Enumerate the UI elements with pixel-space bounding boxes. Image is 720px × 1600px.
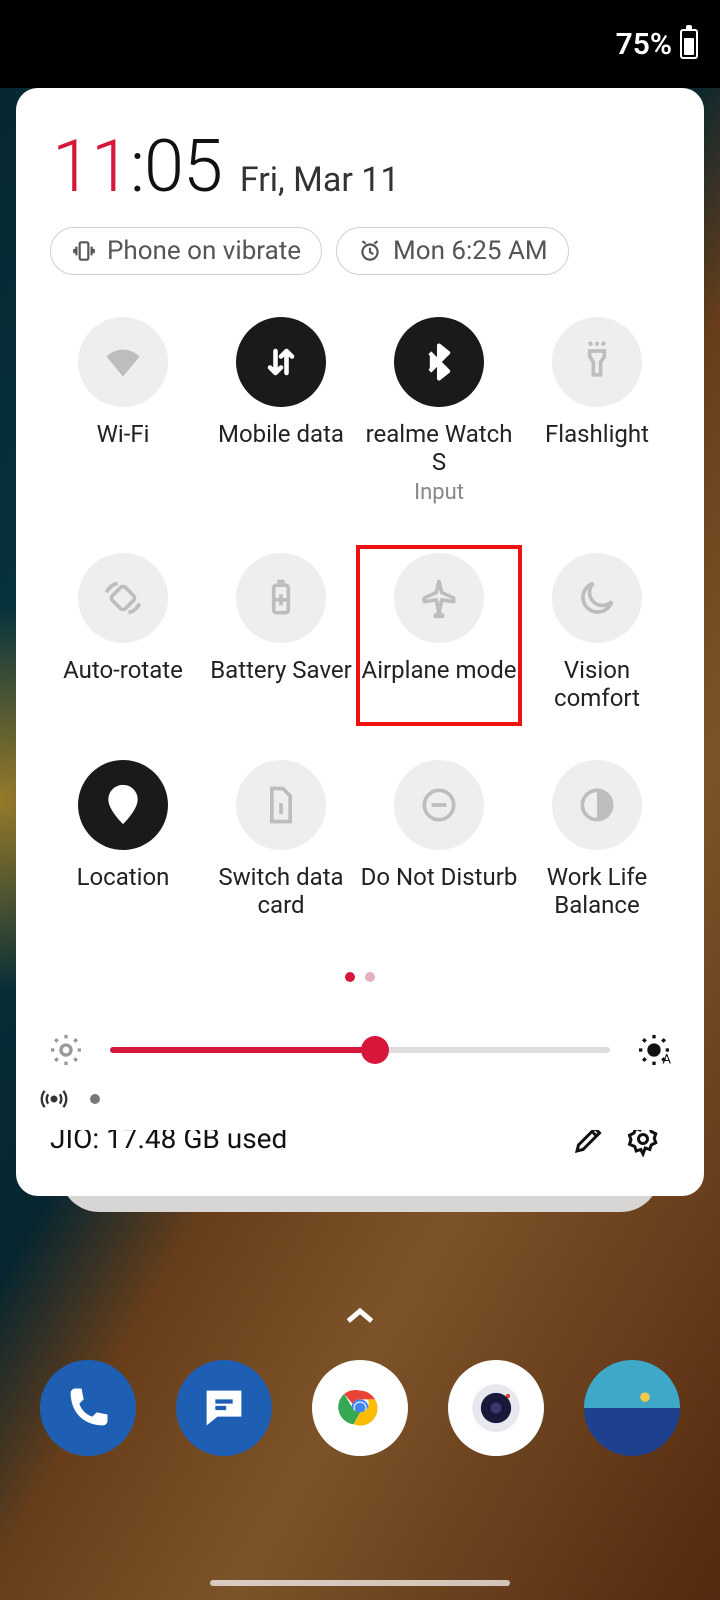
notification-strip[interactable] bbox=[16, 1068, 704, 1130]
tile-dnd-button[interactable] bbox=[394, 760, 484, 850]
tile-auto-rotate-label: Auto-rotate bbox=[63, 657, 183, 685]
vibrate-icon bbox=[71, 238, 97, 264]
tile-wifi-label: Wi-Fi bbox=[97, 421, 150, 449]
tile-dnd: Do Not Disturb bbox=[360, 760, 518, 919]
alarm-chip-label: Mon 6:25 AM bbox=[393, 236, 548, 266]
tile-airplane-mode-label: Airplane mode bbox=[362, 657, 517, 685]
vibrate-chip[interactable]: Phone on vibrate bbox=[50, 227, 322, 275]
brightness-thumb[interactable] bbox=[361, 1036, 389, 1064]
quick-settings-panel: 11:05 Fri, Mar 11 Phone on vibrate Mon 6… bbox=[16, 88, 704, 1196]
home-dock bbox=[0, 1360, 720, 1456]
data-arrows-icon bbox=[259, 340, 303, 384]
tile-mobile-data: Mobile data bbox=[202, 317, 360, 505]
chrome-icon bbox=[334, 1382, 386, 1434]
battery-percent: 75% bbox=[616, 27, 672, 62]
wifi-icon bbox=[101, 340, 145, 384]
page-dot-2 bbox=[365, 972, 375, 982]
tile-vision-comfort-label: Vision comfort bbox=[518, 657, 676, 712]
tile-location-button[interactable] bbox=[78, 760, 168, 850]
alarm-clock-icon bbox=[357, 238, 383, 264]
tile-switch-sim-label: Switch data card bbox=[202, 864, 360, 919]
airplane-icon bbox=[417, 576, 461, 620]
tile-flashlight: Flashlight bbox=[518, 317, 676, 505]
gallery-app[interactable] bbox=[584, 1360, 680, 1456]
flashlight-icon bbox=[575, 340, 619, 384]
brightness-slider[interactable] bbox=[110, 1030, 610, 1070]
tile-auto-rotate-button[interactable] bbox=[78, 553, 168, 643]
tile-switch-sim-button[interactable] bbox=[236, 760, 326, 850]
clock[interactable]: 11:05 bbox=[52, 124, 222, 209]
brightness-fill bbox=[110, 1047, 375, 1053]
notification-dot-icon bbox=[90, 1094, 100, 1104]
battery-icon bbox=[680, 29, 698, 59]
tile-dnd-label: Do Not Disturb bbox=[361, 864, 518, 892]
auto-rotate-icon bbox=[101, 576, 145, 620]
tile-battery-saver: Battery Saver bbox=[202, 553, 360, 712]
tile-mobile-data-button[interactable] bbox=[236, 317, 326, 407]
sim-card-icon bbox=[259, 783, 303, 827]
tile-battery-saver-label: Battery Saver bbox=[210, 657, 352, 685]
tile-bluetooth-label: realme Watch S bbox=[360, 421, 518, 476]
location-pin-icon bbox=[101, 783, 145, 827]
camera-icon bbox=[470, 1382, 522, 1434]
tile-flashlight-button[interactable] bbox=[552, 317, 642, 407]
auto-brightness-icon[interactable]: A bbox=[634, 1030, 674, 1070]
tile-airplane-mode-button[interactable] bbox=[394, 553, 484, 643]
messages-app[interactable] bbox=[176, 1360, 272, 1456]
clock-sep: : bbox=[130, 124, 144, 209]
tile-mobile-data-label: Mobile data bbox=[218, 421, 344, 449]
tile-vision-comfort: Vision comfort bbox=[518, 553, 676, 712]
tile-battery-saver-button[interactable] bbox=[236, 553, 326, 643]
app-drawer-handle[interactable] bbox=[340, 1296, 380, 1340]
sun-icon bbox=[606, 1382, 658, 1434]
tile-switch-sim: Switch data card bbox=[202, 760, 360, 919]
tile-wifi: Wi-Fi bbox=[44, 317, 202, 505]
tile-work-life-label: Work Life Balance bbox=[518, 864, 676, 919]
tile-bluetooth-sub: Input bbox=[414, 480, 464, 505]
hotspot-icon bbox=[40, 1085, 68, 1113]
brightness-row: A bbox=[44, 1030, 676, 1070]
alarm-chip[interactable]: Mon 6:25 AM bbox=[336, 227, 569, 275]
vibrate-chip-label: Phone on vibrate bbox=[107, 236, 301, 266]
tile-bluetooth-button[interactable] bbox=[394, 317, 484, 407]
clock-row: 11:05 Fri, Mar 11 bbox=[44, 124, 676, 209]
moon-icon bbox=[575, 576, 619, 620]
tile-flashlight-label: Flashlight bbox=[545, 421, 649, 449]
gesture-nav-bar[interactable] bbox=[210, 1580, 510, 1586]
tile-airplane-mode: Airplane mode bbox=[360, 549, 518, 722]
tile-auto-rotate: Auto-rotate bbox=[44, 553, 202, 712]
tile-work-life-button[interactable] bbox=[552, 760, 642, 850]
tile-location: Location bbox=[44, 760, 202, 919]
qs-tiles-grid: Wi-Fi Mobile data realme Watch S Input F… bbox=[44, 317, 676, 920]
clock-date[interactable]: Fri, Mar 11 bbox=[240, 160, 400, 200]
phone-icon bbox=[62, 1382, 114, 1434]
page-indicator bbox=[44, 972, 676, 982]
chrome-app[interactable] bbox=[312, 1360, 408, 1456]
clock-hours: 11 bbox=[52, 124, 130, 209]
tile-bluetooth-device: realme Watch S Input bbox=[360, 317, 518, 505]
tile-vision-comfort-button[interactable] bbox=[552, 553, 642, 643]
dnd-icon bbox=[417, 783, 461, 827]
clock-minutes: 05 bbox=[144, 124, 222, 209]
tile-wifi-button[interactable] bbox=[78, 317, 168, 407]
tile-location-label: Location bbox=[77, 864, 170, 892]
camera-app[interactable] bbox=[448, 1360, 544, 1456]
battery-plus-icon bbox=[259, 576, 303, 620]
page-dot-1 bbox=[345, 972, 355, 982]
messages-icon bbox=[198, 1382, 250, 1434]
brightness-low-icon[interactable] bbox=[46, 1030, 86, 1070]
globe-half-icon bbox=[575, 783, 619, 827]
status-chips: Phone on vibrate Mon 6:25 AM bbox=[44, 227, 676, 275]
phone-app[interactable] bbox=[40, 1360, 136, 1456]
tile-work-life: Work Life Balance bbox=[518, 760, 676, 919]
status-bar: 75% bbox=[0, 0, 720, 88]
bluetooth-icon bbox=[417, 340, 461, 384]
svg-text:A: A bbox=[662, 1052, 671, 1067]
